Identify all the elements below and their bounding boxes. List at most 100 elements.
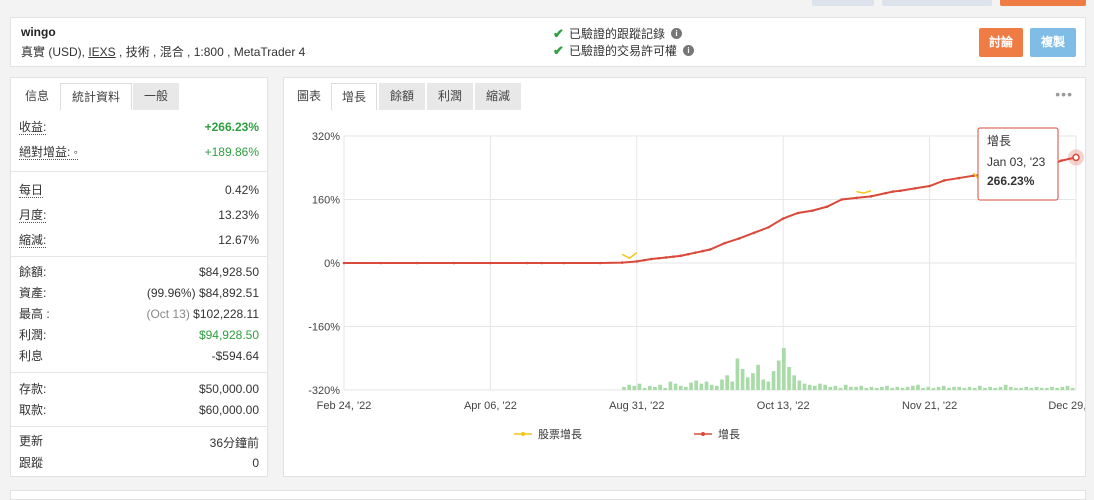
volume-bar	[849, 386, 853, 390]
volume-bar	[730, 381, 735, 390]
growth-point[interactable]	[708, 248, 712, 251]
legend-growth[interactable]: 增長	[694, 426, 740, 442]
volume-bar	[998, 386, 1003, 390]
volume-bar	[1039, 387, 1044, 390]
growth-point[interactable]	[899, 189, 902, 193]
stat-label[interactable]: 縮減:	[19, 233, 47, 248]
growth-point[interactable]	[928, 184, 931, 188]
growth-point[interactable]	[796, 211, 800, 215]
volume-bar	[787, 366, 791, 390]
volume-bar	[895, 386, 900, 390]
growth-point[interactable]	[781, 217, 785, 220]
growth-point[interactable]	[379, 261, 382, 265]
growth-point[interactable]	[737, 237, 741, 240]
system-title: wingo	[21, 25, 56, 39]
growth-point[interactable]	[723, 241, 726, 245]
volume-bar	[658, 384, 662, 390]
broker-link[interactable]: IEXS	[88, 45, 115, 59]
volume-bar	[962, 387, 967, 390]
tab-statistics[interactable]: 統計資料	[60, 83, 132, 110]
volume-bar	[921, 387, 925, 390]
growth-point[interactable]	[452, 261, 456, 265]
growth-point[interactable]	[855, 196, 858, 200]
growth-point[interactable]	[767, 225, 770, 229]
volume-bar	[622, 386, 626, 390]
stat-highest: 最高 : (Oct 13) $102,228.11	[19, 307, 259, 325]
growth-point[interactable]	[650, 257, 653, 261]
tab-charts[interactable]: 圖表	[288, 83, 330, 110]
volume-bar	[900, 387, 905, 390]
stat-daily: 每日 0.42%	[19, 183, 259, 201]
volume-bar	[1029, 387, 1034, 390]
x-tick-label: Oct 13, '22	[757, 400, 810, 412]
growth-point[interactable]	[598, 261, 602, 265]
growth-point[interactable]	[525, 261, 529, 265]
info-icon[interactable]: i	[683, 45, 695, 56]
stat-label: 餘額:	[19, 265, 47, 279]
stat-label[interactable]: 每日	[19, 183, 44, 198]
tooltip-value: 266.23%	[987, 174, 1035, 188]
growth-point[interactable]	[884, 191, 887, 195]
growth-point[interactable]	[701, 249, 704, 253]
growth-point[interactable]	[694, 251, 697, 254]
y-tick-label: -160%	[308, 322, 340, 334]
discuss-button[interactable]: 討論	[979, 28, 1023, 57]
stat-label: 跟蹤	[19, 456, 44, 470]
tab-balance[interactable]: 餘額	[379, 83, 425, 110]
growth-point[interactable]	[657, 256, 661, 260]
growth-point[interactable]	[635, 260, 639, 263]
stat-value: $50,000.00	[198, 382, 259, 396]
volume-bar	[1050, 386, 1054, 390]
tab-growth[interactable]: 增長	[331, 83, 377, 110]
ellipsis-icon[interactable]: •••	[1055, 86, 1073, 102]
growth-point[interactable]	[913, 187, 917, 190]
volume-bar	[1070, 387, 1075, 390]
growth-point[interactable]	[562, 261, 565, 265]
stat-label[interactable]: 絕對增益: ◦	[19, 145, 78, 160]
tab-info[interactable]: 信息	[15, 83, 59, 110]
legend-equity[interactable]: 股票增長	[514, 426, 582, 442]
stat-balance: 餘額: $84,928.50	[19, 265, 259, 283]
growth-point[interactable]	[642, 258, 646, 262]
copy-button[interactable]: 複製	[1030, 28, 1076, 57]
growth-point[interactable]	[342, 261, 346, 265]
growth-point[interactable]	[540, 261, 543, 265]
volume-bar	[678, 385, 683, 390]
growth-point[interactable]	[679, 254, 683, 258]
growth-point[interactable]	[672, 255, 675, 258]
top-nav-button[interactable]	[882, 0, 992, 6]
growth-point[interactable]	[620, 261, 624, 264]
growth-point[interactable]	[891, 190, 895, 193]
volume-bar	[704, 381, 709, 390]
tab-general[interactable]: 一般	[133, 83, 179, 110]
top-nav-button[interactable]	[812, 0, 874, 6]
info-icon[interactable]: i	[671, 28, 683, 39]
growth-point[interactable]	[686, 252, 690, 256]
verified-track-label: 已驗證的跟蹤記錄	[569, 27, 666, 41]
growth-point[interactable]	[957, 176, 961, 180]
tab-drawdown[interactable]: 縮減	[475, 83, 521, 110]
stat-interest: 利息 -$594.64	[19, 349, 259, 367]
growth-point[interactable]	[869, 195, 873, 198]
growth-point[interactable]	[942, 179, 946, 182]
growth-chart[interactable]: 320% 160% 0% -160% -320% Feb 24, '22 Apr 06, '…	[284, 112, 1085, 422]
growth-point[interactable]	[811, 209, 814, 212]
growth-point[interactable]	[1060, 159, 1063, 162]
growth-point[interactable]	[840, 198, 844, 201]
x-tick-label: Dec 29, '22	[1048, 400, 1085, 412]
growth-point[interactable]	[489, 261, 492, 265]
hover-point[interactable]	[1072, 153, 1080, 162]
growth-point[interactable]	[415, 261, 419, 265]
stat-label: 取款:	[19, 403, 47, 417]
growth-point[interactable]	[825, 205, 829, 208]
volume-bar	[642, 387, 647, 390]
top-nav-button[interactable]	[1000, 0, 1086, 6]
legend-growth-label: 增長	[718, 429, 740, 441]
tab-profit[interactable]: 利潤	[427, 83, 473, 110]
legend-equity-swatch	[514, 432, 532, 436]
stat-label[interactable]: 月度:	[19, 208, 47, 223]
stat-label[interactable]: 收益:	[19, 120, 47, 135]
volume-bar	[766, 381, 771, 390]
growth-point[interactable]	[664, 256, 668, 259]
growth-point[interactable]	[752, 231, 756, 235]
